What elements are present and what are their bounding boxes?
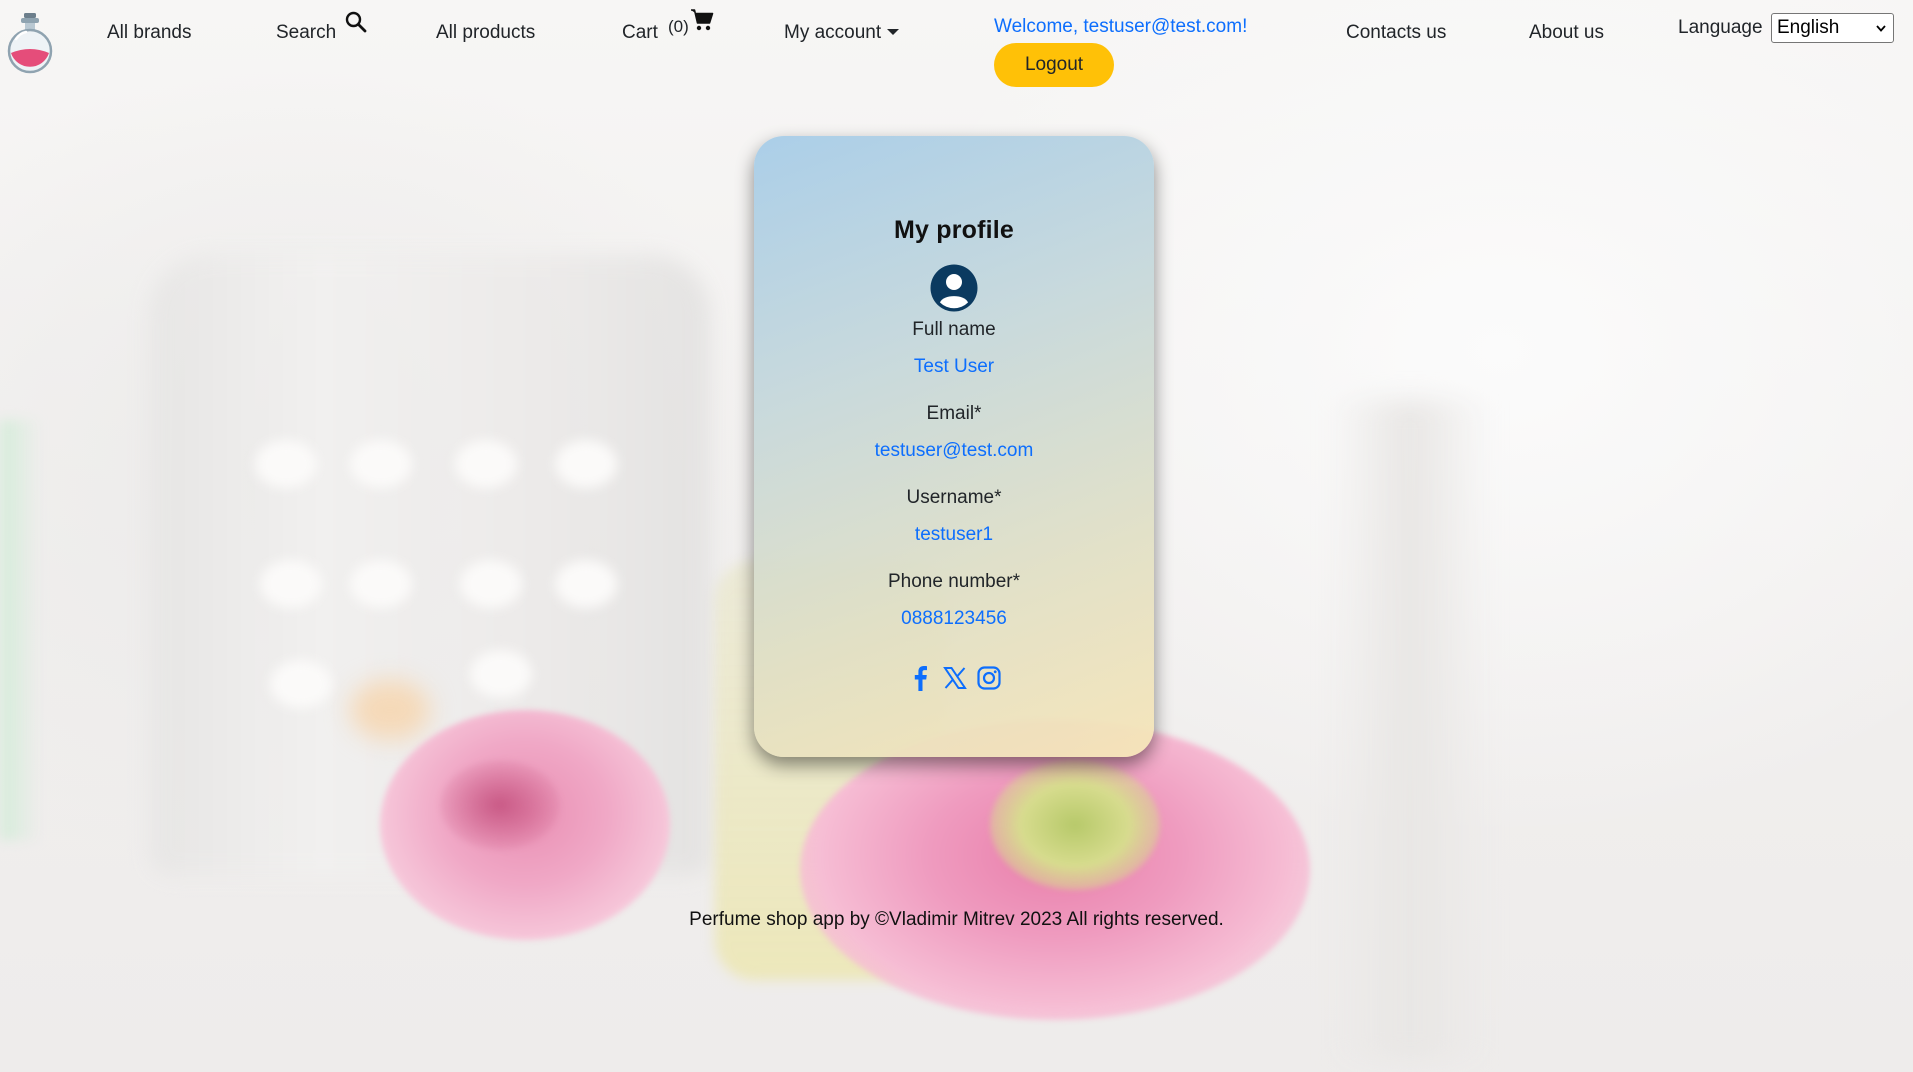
profile-card: My profile Full name Test User Email* te… [754,136,1154,757]
phone-value[interactable]: 0888123456 [754,608,1154,630]
nav-all-products[interactable]: All products [436,22,535,44]
logout-button[interactable]: Logout [994,43,1114,87]
email-label: Email* [926,403,982,424]
cart-count-badge: (0) [668,17,689,36]
language-select[interactable]: English [1771,13,1894,43]
social-links [754,664,1154,692]
instagram-icon[interactable] [976,664,1002,692]
footer-copyright: Perfume shop app by ©Vladimir Mitrev 202… [689,909,1224,930]
full-name-value[interactable]: Test User [754,356,1154,378]
username-value[interactable]: testuser1 [754,524,1154,546]
facebook-icon[interactable] [907,664,933,692]
top-navbar: All brands Search All products Cart (0) … [0,0,1913,90]
profile-title: My profile [893,216,1015,244]
chevron-down-icon [1876,25,1886,32]
nav-search[interactable]: Search [276,22,336,44]
username-label: Username* [906,487,1002,508]
nav-cart[interactable]: Cart [622,22,658,44]
email-value[interactable]: testuser@test.com [754,440,1154,462]
user-circle-icon [930,264,978,312]
x-icon[interactable] [942,664,968,692]
nav-all-brands[interactable]: All brands [107,22,192,44]
welcome-message[interactable]: Welcome, testuser@test.com! [994,16,1247,38]
caret-down-icon [887,29,900,35]
nav-about[interactable]: About us [1529,22,1604,44]
search-icon[interactable] [344,10,368,34]
nav-contacts[interactable]: Contacts us [1346,22,1446,44]
my-account-label: My account [784,22,882,43]
language-selected-value: English [1777,17,1840,38]
full-name-label: Full name [912,319,996,340]
perfume-bottle-logo-icon[interactable] [6,11,54,77]
cart-icon[interactable] [690,8,714,32]
nav-my-account-dropdown[interactable]: My account [784,22,900,44]
language-label: Language [1678,17,1763,38]
phone-label: Phone number* [887,571,1021,592]
